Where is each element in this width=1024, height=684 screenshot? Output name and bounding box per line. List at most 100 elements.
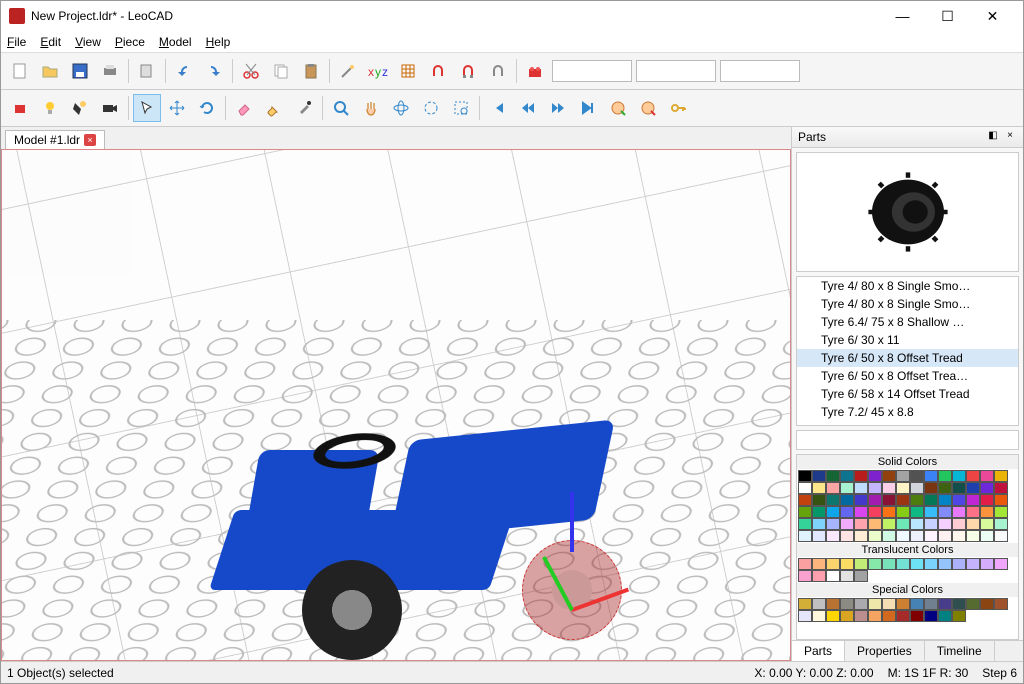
color-swatch[interactable] — [938, 530, 952, 542]
color-swatch[interactable] — [798, 530, 812, 542]
transform-input-2[interactable] — [636, 60, 716, 82]
color-swatch[interactable] — [910, 558, 924, 570]
color-swatch[interactable] — [882, 610, 896, 622]
eraser-icon[interactable] — [230, 94, 258, 122]
color-swatch[interactable] — [826, 570, 840, 582]
parts-list-item[interactable]: Tyre 6/ 50 x 8 Offset Tread — [797, 349, 1018, 367]
color-swatch[interactable] — [938, 482, 952, 494]
color-swatch[interactable] — [826, 558, 840, 570]
color-swatch[interactable] — [882, 470, 896, 482]
color-swatch[interactable] — [896, 530, 910, 542]
light-icon[interactable] — [36, 94, 64, 122]
select-tool-icon[interactable] — [133, 94, 161, 122]
color-swatch[interactable] — [924, 518, 938, 530]
document-tab[interactable]: Model #1.ldr × — [5, 130, 105, 149]
rotate-tool-icon[interactable] — [193, 94, 221, 122]
color-swatch[interactable] — [826, 530, 840, 542]
color-swatch[interactable] — [938, 598, 952, 610]
color-swatch[interactable] — [826, 598, 840, 610]
color-swatch[interactable] — [840, 494, 854, 506]
viewport-3d[interactable] — [1, 149, 791, 661]
color-swatch[interactable] — [924, 482, 938, 494]
parts-list[interactable]: Tyre 4/ 80 x 8 Single Smo…Tyre 4/ 80 x 8… — [796, 276, 1019, 426]
wand-icon[interactable] — [334, 57, 362, 85]
tab-timeline[interactable]: Timeline — [925, 641, 995, 661]
close-button[interactable]: ✕ — [970, 1, 1015, 31]
color-swatch[interactable] — [966, 530, 980, 542]
parts-list-item[interactable]: Tyre 7/ 56 x 17 Offset Tread — [797, 421, 1018, 426]
paste-icon[interactable] — [297, 57, 325, 85]
color-swatch[interactable] — [994, 470, 1008, 482]
color-swatch[interactable] — [938, 610, 952, 622]
color-swatch[interactable] — [854, 494, 868, 506]
color-swatch[interactable] — [952, 518, 966, 530]
color-swatch[interactable] — [812, 506, 826, 518]
minimize-button[interactable]: — — [880, 1, 925, 31]
color-swatch[interactable] — [938, 518, 952, 530]
color-swatch[interactable] — [854, 482, 868, 494]
color-swatch[interactable] — [854, 610, 868, 622]
step-insert-icon[interactable] — [604, 94, 632, 122]
color-swatch[interactable] — [896, 598, 910, 610]
open-folder-icon[interactable] — [36, 57, 64, 85]
color-swatch[interactable] — [826, 506, 840, 518]
menu-piece[interactable]: Piece — [115, 35, 145, 49]
color-swatch[interactable] — [812, 610, 826, 622]
color-swatch[interactable] — [910, 470, 924, 482]
color-swatch[interactable] — [980, 470, 994, 482]
step-next-icon[interactable] — [544, 94, 572, 122]
color-swatch[interactable] — [994, 530, 1008, 542]
maximize-button[interactable]: ☐ — [925, 1, 970, 31]
close-tab-icon[interactable]: × — [84, 134, 96, 146]
cut-icon[interactable] — [237, 57, 265, 85]
color-swatch[interactable] — [868, 470, 882, 482]
color-swatch[interactable] — [980, 482, 994, 494]
step-prev-icon[interactable] — [514, 94, 542, 122]
color-swatch[interactable] — [938, 506, 952, 518]
color-swatch[interactable] — [938, 494, 952, 506]
selected-piece[interactable] — [522, 540, 622, 640]
color-swatch[interactable] — [980, 558, 994, 570]
color-swatch[interactable] — [966, 598, 980, 610]
color-swatch[interactable] — [980, 518, 994, 530]
color-swatch[interactable] — [910, 494, 924, 506]
color-swatch[interactable] — [994, 518, 1008, 530]
color-swatch[interactable] — [840, 610, 854, 622]
new-file-icon[interactable] — [6, 57, 34, 85]
color-swatch[interactable] — [966, 506, 980, 518]
parts-list-item[interactable]: Tyre 6/ 30 x 11 — [797, 331, 1018, 349]
color-swatch[interactable] — [798, 518, 812, 530]
color-swatch[interactable] — [910, 482, 924, 494]
color-swatch[interactable] — [896, 558, 910, 570]
color-swatch[interactable] — [994, 558, 1008, 570]
magnet-icon[interactable] — [454, 57, 482, 85]
color-swatch[interactable] — [854, 598, 868, 610]
color-swatch[interactable] — [798, 558, 812, 570]
color-swatch[interactable] — [966, 482, 980, 494]
color-swatch[interactable] — [868, 506, 882, 518]
parts-list-item[interactable]: Tyre 4/ 80 x 8 Single Smo… — [797, 277, 1018, 295]
color-swatch[interactable] — [882, 482, 896, 494]
move-tool-icon[interactable] — [163, 94, 191, 122]
color-swatch[interactable] — [826, 482, 840, 494]
color-swatch[interactable] — [840, 482, 854, 494]
parts-list-item[interactable]: Tyre 4/ 80 x 8 Single Smo… — [797, 295, 1018, 313]
parts-list-item[interactable]: Tyre 6/ 50 x 8 Offset Trea… — [797, 367, 1018, 385]
color-swatch[interactable] — [868, 482, 882, 494]
color-swatch[interactable] — [980, 598, 994, 610]
color-swatch[interactable] — [812, 530, 826, 542]
transform-input-1[interactable] — [552, 60, 632, 82]
color-swatch[interactable] — [924, 530, 938, 542]
color-swatch[interactable] — [882, 530, 896, 542]
step-first-icon[interactable] — [484, 94, 512, 122]
color-swatch[interactable] — [812, 494, 826, 506]
parts-list-item[interactable]: Tyre 7.2/ 45 x 8.8 — [797, 403, 1018, 421]
color-swatch[interactable] — [924, 598, 938, 610]
color-swatch[interactable] — [840, 558, 854, 570]
color-swatch[interactable] — [826, 518, 840, 530]
parts-search-input[interactable] — [796, 430, 1019, 450]
color-swatch[interactable] — [896, 610, 910, 622]
color-swatch[interactable] — [868, 494, 882, 506]
color-swatch[interactable] — [952, 530, 966, 542]
color-swatch[interactable] — [994, 506, 1008, 518]
